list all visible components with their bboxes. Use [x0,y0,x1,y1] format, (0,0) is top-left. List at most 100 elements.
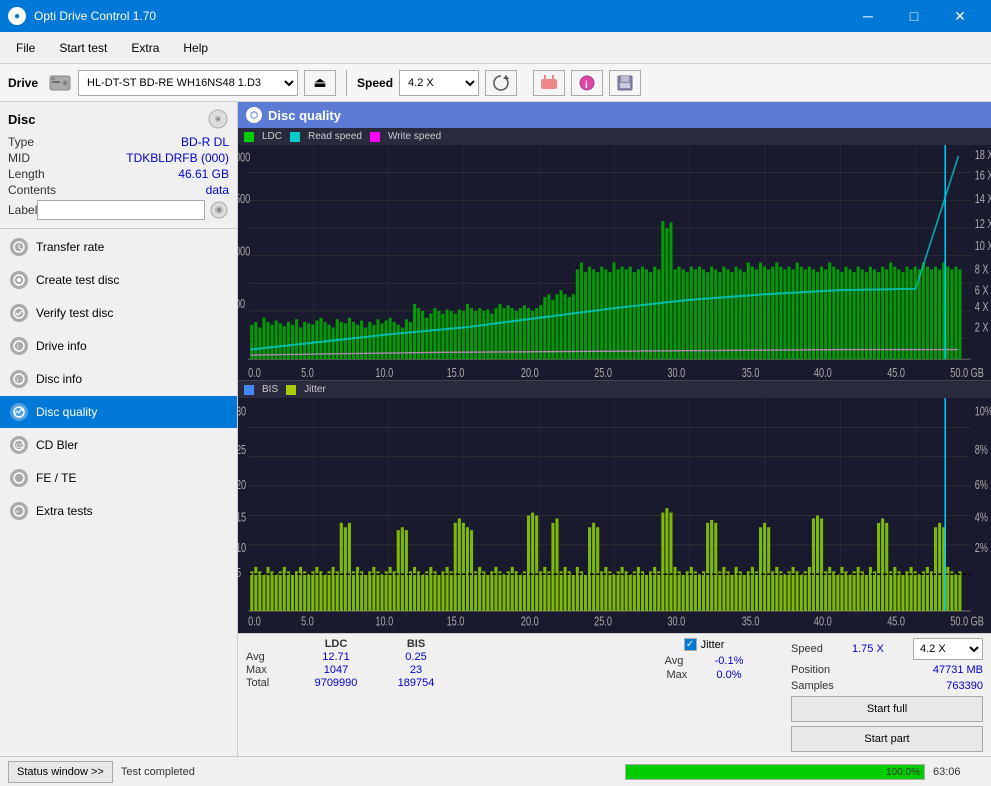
position-label: Position [791,664,830,676]
speed-selector[interactable]: 4.2 X [399,70,479,96]
disc-quality-label: Disc quality [36,405,97,419]
right-panel: ⬡ Disc quality LDC Read speed Write spee… [238,102,991,756]
nav-cd-bler[interactable]: CD CD Bler [0,429,237,461]
save-button[interactable] [609,70,641,96]
svg-text:15: 15 [238,511,246,525]
svg-text:500: 500 [238,298,245,312]
close-button[interactable]: ✕ [937,0,983,32]
refresh-button[interactable] [485,70,517,96]
svg-text:10 X: 10 X [975,240,991,254]
svg-text:0.0: 0.0 [248,615,261,629]
svg-text:10.0: 10.0 [375,367,393,380]
label-input[interactable] [37,200,205,220]
jitter-avg-row: Avg -0.1% [665,655,744,667]
fe-te-icon [10,469,28,487]
speed-row: Speed 1.75 X 4.2 X [791,638,983,660]
max-label: Max [246,664,296,676]
svg-text:18 X: 18 X [975,149,991,163]
svg-text:30.0: 30.0 [667,367,685,380]
menu-help[interactable]: Help [173,37,218,59]
jitter-section: ✓ Jitter Avg -0.1% Max 0.0% [625,638,775,682]
stats-header-row: LDC BIS [246,638,617,650]
eject-button[interactable]: ⏏ [304,70,336,96]
menu-extra[interactable]: Extra [121,37,169,59]
avg-bis: 0.25 [376,651,456,663]
svg-text:12 X: 12 X [975,218,991,232]
svg-text:1500: 1500 [238,193,250,207]
menu-start-test[interactable]: Start test [49,37,117,59]
drive-selector[interactable]: HL-DT-ST BD-RE WH16NS48 1.D3 [78,70,298,96]
progress-percent: 100.0% [886,765,920,781]
svg-text:20.0: 20.0 [521,367,539,380]
position-val: 47731 MB [933,664,983,676]
bottom-legend: BIS Jitter [238,381,991,398]
write-legend-label: Write speed [388,131,441,142]
nav-drive-info[interactable]: i Drive info [0,330,237,362]
minimize-button[interactable]: ─ [845,0,891,32]
main-content: Disc Type BD-R DL MID TDKBLDRFB (000) Le… [0,102,991,756]
start-part-button[interactable]: Start part [791,726,983,752]
jitter-checkbox[interactable]: ✓ [684,638,697,651]
svg-text:15.0: 15.0 [447,367,465,380]
svg-text:i: i [585,80,588,91]
jitter-max-row: Max 0.0% [666,669,741,681]
stats-table: LDC BIS Avg 12.71 0.25 Max 1047 23 Total… [246,638,617,690]
toolbar: Drive E: HL-DT-ST BD-RE WH16NS48 1.D3 ⏏ … [0,64,991,102]
svg-text:15.0: 15.0 [447,615,465,629]
nav-create-test-disc[interactable]: Create test disc [0,264,237,296]
samples-val: 763390 [946,680,983,692]
disc-info-icon: i [10,370,28,388]
nav-disc-info[interactable]: i Disc info [0,363,237,395]
speed-select-right[interactable]: 4.2 X [913,638,983,660]
disc-info-label: Disc info [36,372,82,386]
nav-transfer-rate[interactable]: Transfer rate [0,231,237,263]
svg-text:2000: 2000 [238,151,250,165]
status-window-button[interactable]: Status window >> [8,761,113,783]
titlebar: ● Opti Drive Control 1.70 ─ □ ✕ [0,0,991,32]
nav-disc-quality[interactable]: Disc quality [0,396,237,428]
top-chart: 0.0 5.0 10.0 15.0 20.0 25.0 30.0 35.0 40… [238,145,991,380]
read-legend-dot [290,132,300,142]
svg-text:6%: 6% [975,479,988,493]
svg-text:14 X: 14 X [975,193,991,207]
window-title: Opti Drive Control 1.70 [34,9,156,23]
jitter-max-label: Max [666,669,716,681]
mid-label: MID [8,151,30,165]
progress-bar-fill [626,765,924,779]
erase-button[interactable] [533,70,565,96]
svg-text:35.0: 35.0 [742,615,760,629]
svg-text:i: i [17,344,19,351]
cd-bler-label: CD Bler [36,438,78,452]
verify-test-disc-icon [10,304,28,322]
maximize-button[interactable]: □ [891,0,937,32]
nav-fe-te[interactable]: FE / TE [0,462,237,494]
length-label: Length [8,167,45,181]
cd-bler-icon: CD [10,436,28,454]
stats-area: LDC BIS Avg 12.71 0.25 Max 1047 23 Total… [238,633,991,756]
drive-info-label: Drive info [36,339,87,353]
svg-text:40.0: 40.0 [814,367,832,380]
drive-icon: E: [48,71,72,95]
nav-verify-test-disc[interactable]: Verify test disc [0,297,237,329]
svg-text:E:: E: [52,76,56,81]
length-value: 46.61 GB [178,167,229,181]
verify-test-disc-label: Verify test disc [36,306,113,320]
disc-section: Disc Type BD-R DL MID TDKBLDRFB (000) Le… [0,102,237,229]
speed-stat-label: Speed [791,643,823,655]
max-row: Max 1047 23 [246,664,617,676]
charts-area: LDC Read speed Write speed [238,128,991,633]
info-button[interactable]: i [571,70,603,96]
svg-text:1000: 1000 [238,245,250,259]
nav-extra-tests[interactable]: + Extra tests [0,495,237,527]
disc-title: Disc [8,112,35,127]
avg-label: Avg [246,651,296,663]
start-full-button[interactable]: Start full [791,696,983,722]
read-legend-label: Read speed [308,131,362,142]
bis-col-header: BIS [376,638,456,650]
svg-text:5.0: 5.0 [301,367,314,380]
menu-file[interactable]: File [6,37,45,59]
svg-text:35.0: 35.0 [742,367,760,380]
dq-title: Disc quality [268,108,341,123]
titlebar-left: ● Opti Drive Control 1.70 [8,7,156,25]
svg-text:8 X: 8 X [975,263,989,277]
